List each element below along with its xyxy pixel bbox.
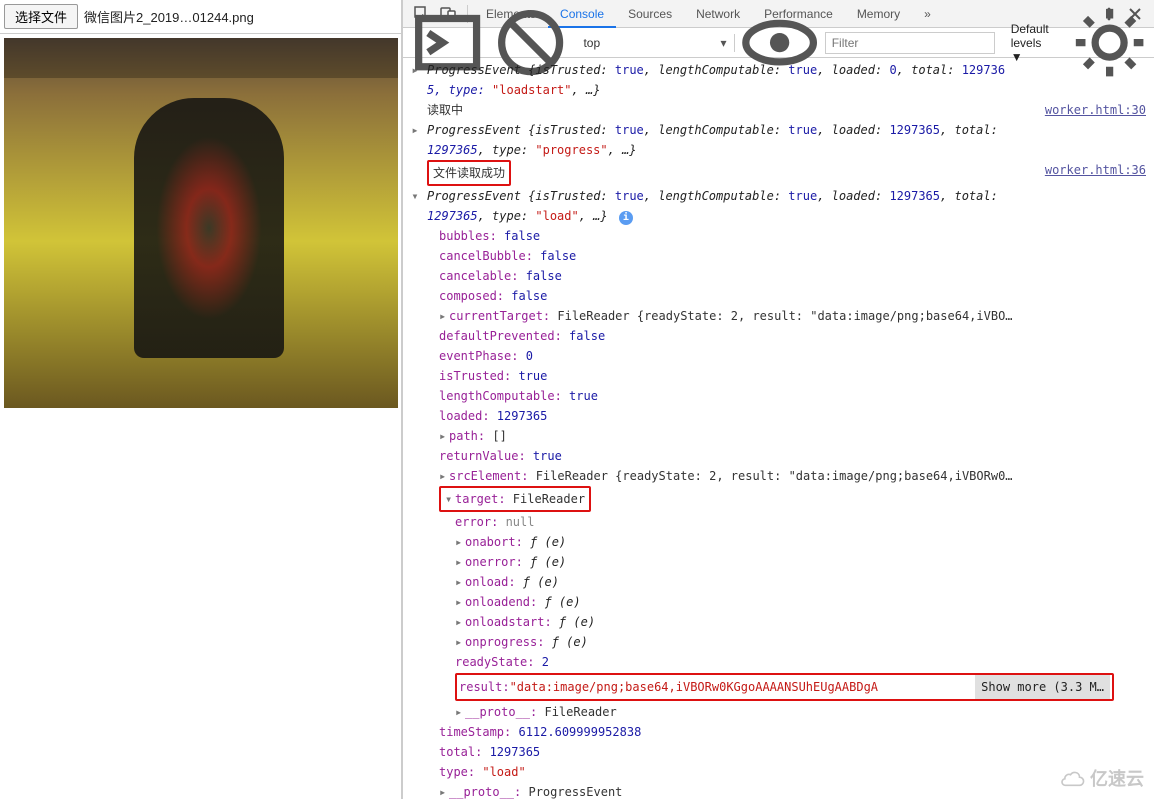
- object-prop[interactable]: cancelBubble: false: [439, 246, 1154, 266]
- console-log-line[interactable]: ProgressEvent {isTrusted: true, lengthCo…: [427, 186, 1154, 226]
- object-prop[interactable]: cancelable: false: [439, 266, 1154, 286]
- object-prop[interactable]: ▸onload: ƒ (e): [455, 572, 1154, 592]
- object-prop[interactable]: timeStamp: 6112.609999952838: [439, 722, 1154, 742]
- chosen-file-name: 微信图片2_2019…01244.png: [84, 7, 254, 26]
- expand-icon[interactable]: ▸: [455, 612, 465, 632]
- object-prop[interactable]: ▸onloadend: ƒ (e): [455, 592, 1154, 612]
- tab-memory[interactable]: Memory: [845, 0, 912, 28]
- expand-icon[interactable]: ▸: [455, 572, 465, 592]
- highlighted-row[interactable]: result: "data:image/png;base64,iVBORw0KG…: [455, 673, 1114, 701]
- object-prop[interactable]: ▸__proto__: ProgressEvent: [439, 782, 1154, 799]
- expand-icon[interactable]: ▸: [455, 592, 465, 612]
- expand-icon[interactable]: ▸: [439, 466, 449, 486]
- object-prop[interactable]: bubbles: false: [439, 226, 1154, 246]
- console-log-line[interactable]: worker.html:30 读取中: [427, 100, 1154, 120]
- object-prop[interactable]: ▸srcElement: FileReader {readyState: 2, …: [439, 466, 1154, 486]
- object-prop[interactable]: composed: false: [439, 286, 1154, 306]
- watermark: 亿速云: [1060, 765, 1144, 791]
- image-preview: [4, 38, 398, 408]
- expand-icon[interactable]: ▸: [455, 552, 465, 572]
- chevron-down-icon: ▾: [720, 36, 726, 50]
- object-prop[interactable]: type: "load": [439, 762, 1154, 782]
- console-subbar: top ▾ Default levels ▼: [403, 28, 1154, 58]
- context-label: top: [583, 36, 600, 50]
- choose-file-button[interactable]: 选择文件: [4, 4, 78, 29]
- object-prop[interactable]: ▸__proto__: FileReader: [455, 702, 1154, 722]
- expand-icon[interactable]: ▾: [410, 186, 420, 206]
- console-log-line[interactable]: ProgressEvent {isTrusted: true, lengthCo…: [427, 120, 1154, 160]
- expand-icon[interactable]: ▸: [410, 60, 420, 80]
- show-more-button[interactable]: Show more (3.3 M…: [975, 675, 1110, 699]
- object-prop[interactable]: total: 1297365: [439, 742, 1154, 762]
- expand-icon[interactable]: ▸: [439, 782, 449, 799]
- source-link[interactable]: worker.html:36: [1045, 160, 1146, 180]
- object-prop[interactable]: isTrusted: true: [439, 366, 1154, 386]
- object-prop[interactable]: ▸currentTarget: FileReader {readyState: …: [439, 306, 1154, 326]
- object-prop[interactable]: ▸onloadstart: ƒ (e): [455, 612, 1154, 632]
- expand-icon[interactable]: ▾: [445, 489, 455, 509]
- highlighted-text: ▾target: FileReader: [439, 486, 591, 512]
- devtools-panel: Elements Console Sources Network Perform…: [402, 0, 1154, 799]
- expand-icon[interactable]: ▸: [439, 306, 449, 326]
- expand-icon[interactable]: ▸: [455, 632, 465, 652]
- console-filter-input[interactable]: [825, 32, 995, 54]
- object-prop[interactable]: readyState: 2: [455, 652, 1154, 672]
- object-prop[interactable]: ▸onerror: ƒ (e): [455, 552, 1154, 572]
- console-output[interactable]: ▸ ProgressEvent {isTrusted: true, length…: [403, 58, 1154, 799]
- tab-sources[interactable]: Sources: [616, 0, 684, 28]
- cloud-icon: [1060, 768, 1086, 788]
- page-preview-panel: 选择文件 微信图片2_2019…01244.png: [0, 0, 402, 799]
- object-prop[interactable]: eventPhase: 0: [439, 346, 1154, 366]
- object-prop[interactable]: loaded: 1297365: [439, 406, 1154, 426]
- expand-icon[interactable]: ▸: [455, 702, 465, 722]
- tab-more[interactable]: »: [912, 0, 943, 28]
- console-log-line[interactable]: ProgressEvent {isTrusted: true, lengthCo…: [427, 60, 1154, 100]
- object-prop[interactable]: defaultPrevented: false: [439, 326, 1154, 346]
- object-prop[interactable]: ▸onprogress: ƒ (e): [455, 632, 1154, 652]
- info-badge-icon[interactable]: i: [619, 211, 633, 225]
- expand-icon[interactable]: ▸: [455, 532, 465, 552]
- file-input-row: 选择文件 微信图片2_2019…01244.png: [0, 0, 401, 34]
- highlighted-text: 文件读取成功: [427, 160, 511, 186]
- expand-icon[interactable]: ▸: [410, 120, 420, 140]
- expand-icon[interactable]: ▸: [439, 426, 449, 446]
- object-prop[interactable]: returnValue: true: [439, 446, 1154, 466]
- object-prop[interactable]: ▾target: FileReader: [439, 486, 1154, 512]
- console-log-line[interactable]: worker.html:36 文件读取成功: [427, 160, 1154, 186]
- object-prop[interactable]: ▸path: []: [439, 426, 1154, 446]
- object-prop[interactable]: error: null: [455, 512, 1154, 532]
- object-prop[interactable]: ▸onabort: ƒ (e): [455, 532, 1154, 552]
- source-link[interactable]: worker.html:30: [1045, 100, 1146, 120]
- object-prop[interactable]: lengthComputable: true: [439, 386, 1154, 406]
- context-selector[interactable]: top ▾: [575, 34, 735, 52]
